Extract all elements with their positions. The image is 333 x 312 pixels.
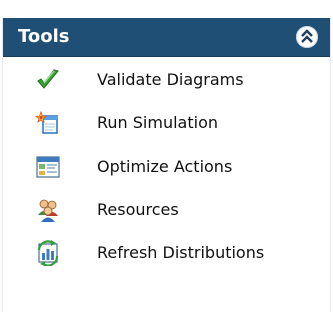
green-checkmark-icon <box>37 69 59 89</box>
tool-item-label: Resources <box>97 200 179 219</box>
tool-item-label: Refresh Distributions <box>97 243 265 262</box>
tool-item-label: Validate Diagrams <box>97 70 244 89</box>
tool-item-optimize-actions[interactable]: Optimize Actions <box>3 147 330 187</box>
tool-item-validate-diagrams[interactable]: Validate Diagrams <box>3 60 330 100</box>
tool-item-label: Optimize Actions <box>97 157 233 176</box>
tool-item-label: Run Simulation <box>97 113 218 132</box>
tool-item-run-simulation[interactable]: Run Simulation <box>3 103 330 143</box>
tools-panel: Tools Validate Diagrams Run Simulation O… <box>2 18 331 312</box>
tool-item-resources[interactable]: Resources <box>3 190 330 230</box>
chart-refresh-icon <box>37 240 59 266</box>
document-sparkle-icon <box>35 110 58 134</box>
people-group-icon <box>38 199 58 222</box>
window-list-icon <box>36 156 60 178</box>
panel-title: Tools <box>18 26 70 47</box>
tool-item-refresh-distributions[interactable]: Refresh Distributions <box>3 233 330 273</box>
tools-panel-header[interactable]: Tools <box>3 18 330 57</box>
double-chevron-up-icon <box>301 29 313 43</box>
collapse-button[interactable] <box>296 26 318 48</box>
